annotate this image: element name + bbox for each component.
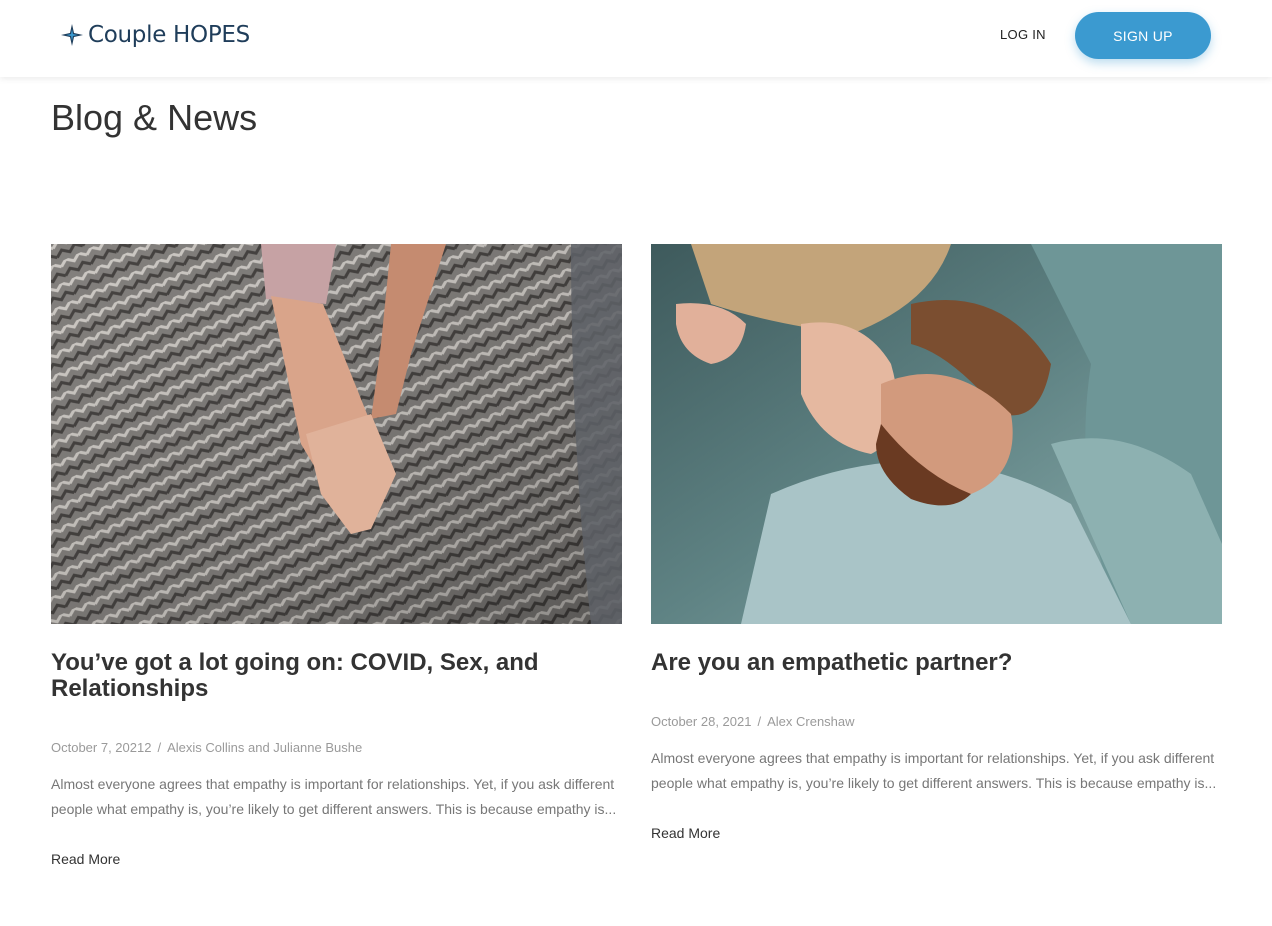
post-author: Alex Crenshaw [767,714,855,729]
post-author: Alexis Collins and Julianne Bushe [167,740,363,755]
site-header: Couple HOPES LOG IN SIGN UP [0,0,1272,77]
logo-text: Couple HOPES [88,22,250,48]
read-more-link[interactable]: Read More [51,851,120,867]
blog-post-card: You’ve got a lot going on: COVID, Sex, a… [51,244,622,869]
post-excerpt: Almost everyone agrees that empathy is i… [51,776,617,817]
read-more-link[interactable]: Read More [651,825,720,841]
logo-star-icon [61,24,83,46]
post-title[interactable]: You’ve got a lot going on: COVID, Sex, a… [51,650,622,702]
page-title: Blog & News [51,97,258,138]
meta-separator: / [757,714,762,729]
post-title[interactable]: Are you an empathetic partner? [651,650,1222,676]
logo-link[interactable]: Couple HOPES [60,18,250,52]
post-date: October 7, 20212 [51,740,152,755]
post-meta: October 28, 2021 / Alex Crenshaw [651,714,1222,729]
post-meta: October 7, 20212 / Alexis Collins and Juli… [51,740,622,755]
login-link[interactable]: LOG IN [1000,27,1046,42]
post-image-couple-embrace[interactable] [651,244,1222,624]
post-excerpt: Almost everyone agrees that empathy is i… [651,750,1217,791]
post-date: October 28, 2021 [651,714,752,729]
signup-button[interactable]: SIGN UP [1075,12,1211,59]
blog-post-card: Are you an empathetic partner? October 2… [651,244,1222,843]
post-image-blanket-hands[interactable] [51,244,622,624]
meta-separator: / [157,740,162,755]
